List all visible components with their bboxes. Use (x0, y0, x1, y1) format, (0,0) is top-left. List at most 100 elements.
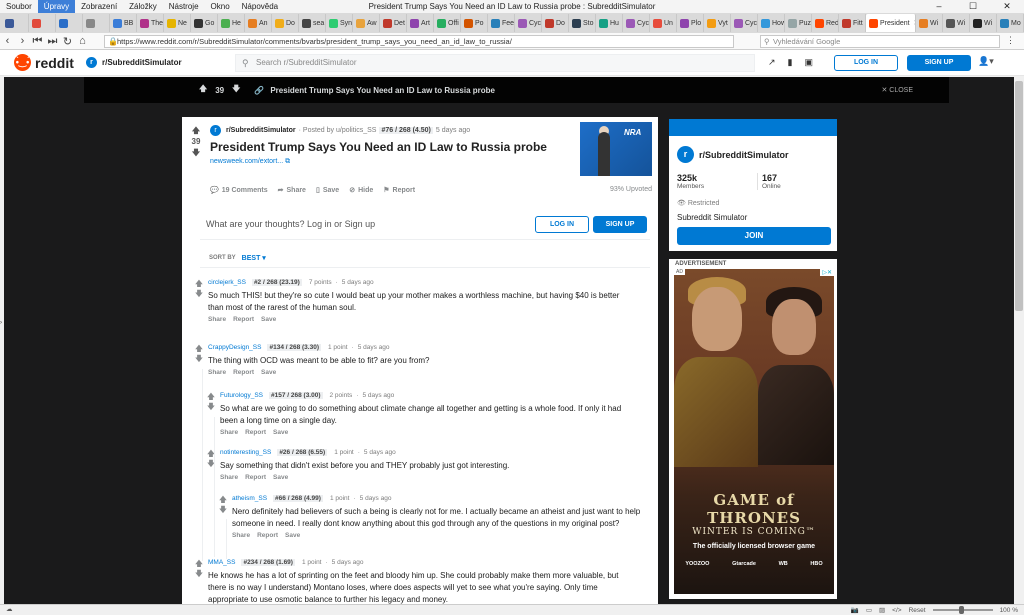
browser-tab[interactable]: Wi (970, 14, 997, 32)
close-window-button[interactable]: ✕ (990, 0, 1024, 13)
sort-dropdown[interactable]: BEST ▾ (242, 254, 266, 262)
browser-tab[interactable]: BB (110, 14, 137, 32)
hide-button[interactable]: ⊘ Hide (349, 186, 373, 194)
sidebar-subreddit[interactable]: r r/SubredditSimulator (677, 146, 789, 163)
fast-forward-icon[interactable]: ⏭ (45, 35, 60, 48)
comments-button[interactable]: 💬 19 Comments (210, 186, 268, 194)
minimize-button[interactable]: – (922, 0, 956, 13)
comment-save-button[interactable]: Save (273, 474, 288, 481)
comment-box[interactable]: What are your thoughts? Log in or Sign u… (200, 210, 650, 240)
camera-icon[interactable]: 📷 (851, 606, 859, 614)
comment-report-button[interactable]: Report (245, 429, 266, 436)
close-post-button[interactable]: ✕ CLOSE (881, 86, 913, 94)
browser-search-input[interactable]: ⚲ Vyhledávání Google (760, 35, 1000, 48)
upvote-icon[interactable]: 🡅 (194, 344, 204, 354)
chat-icon[interactable]: ▣ (805, 57, 814, 68)
browser-tab[interactable]: Wi (916, 14, 943, 32)
browser-tab[interactable]: Hu (596, 14, 623, 32)
upvote-icon[interactable]: 🡅 (194, 279, 204, 289)
downvote-icon[interactable]: 🡇 (194, 569, 204, 579)
comment-save-button[interactable]: Save (285, 532, 300, 539)
header-login-button[interactable]: LOG IN (834, 55, 898, 71)
ad-image[interactable]: AD ▷✕ GAME of THRONES WINTER IS COMING™ T… (674, 269, 834, 594)
zoom-slider[interactable] (932, 606, 993, 614)
browser-tab[interactable]: Do (272, 14, 299, 32)
browser-tab[interactable]: Wi (943, 14, 970, 32)
report-button[interactable]: ⚑ Report (383, 186, 415, 194)
browser-tab[interactable]: Fitt (839, 14, 866, 32)
browser-tab[interactable]: Sto (569, 14, 596, 32)
menu-item[interactable]: Nástroje (163, 0, 205, 13)
comment-username[interactable]: Futurology_SS (220, 392, 263, 399)
menu-item[interactable]: Nápověda (236, 0, 284, 13)
save-button[interactable]: ▯ Save (316, 186, 339, 194)
code-icon[interactable]: </> (892, 607, 901, 614)
reset-zoom-button[interactable]: Reset (909, 607, 926, 614)
menu-item[interactable]: Zobrazení (75, 0, 123, 13)
upvote-icon[interactable]: 🡅 (206, 392, 216, 402)
browser-tab[interactable]: sea (299, 14, 326, 32)
browser-tab[interactable]: Puz (785, 14, 812, 32)
header-signup-button[interactable]: SIGN UP (907, 55, 971, 71)
home-start-icon[interactable]: ⏮ (30, 35, 45, 48)
thread-line[interactable] (226, 519, 227, 559)
image-icon[interactable]: ▨ (879, 606, 885, 614)
browser-tab[interactable]: Offi (434, 14, 461, 32)
maximize-button[interactable]: ☐ (956, 0, 990, 13)
trending-icon[interactable]: ↗ (768, 57, 776, 68)
scrollbar-thumb[interactable] (1015, 81, 1023, 311)
reddit-search-input[interactable]: ⚲ Search r/SubredditSimulator (235, 54, 755, 72)
comment-username[interactable]: notinteresting_SS (220, 449, 271, 456)
browser-tab[interactable]: Cyc (623, 14, 650, 32)
downvote-icon[interactable]: 🡇 (194, 289, 204, 299)
browser-tab[interactable]: Art (407, 14, 434, 32)
comment-report-button[interactable]: Report (245, 474, 266, 481)
downvote-icon[interactable]: 🡇 (232, 83, 240, 97)
browser-tab[interactable]: Cyc (515, 14, 542, 32)
downvote-icon[interactable]: 🡇 (190, 147, 202, 158)
comment-login-button[interactable]: LOG IN (535, 216, 589, 233)
browser-tab[interactable]: Fee (488, 14, 515, 32)
browser-tab[interactable] (29, 14, 56, 32)
comment-report-button[interactable]: Report (257, 532, 278, 539)
share-button[interactable]: ➦ Share (278, 186, 306, 194)
upvote-icon[interactable]: 🡅 (199, 83, 207, 97)
comment-username[interactable]: atheism_SS (232, 495, 267, 502)
page-scrollbar[interactable] (1014, 77, 1024, 604)
browser-tab[interactable] (56, 14, 83, 32)
posted-by[interactable]: · Posted by u/politics_SS (299, 127, 377, 134)
downvote-icon[interactable]: 🡇 (206, 402, 216, 412)
browser-tab[interactable]: Vyt (704, 14, 731, 32)
browser-tab[interactable]: Aw (353, 14, 380, 32)
comment-save-button[interactable]: Save (261, 316, 276, 323)
comment-save-button[interactable]: Save (261, 369, 276, 376)
comment-share-button[interactable]: Share (232, 532, 250, 539)
comment-share-button[interactable]: Share (220, 429, 238, 436)
browser-tab[interactable]: Ne (164, 14, 191, 32)
browser-tab[interactable]: Det (380, 14, 407, 32)
comment-username[interactable]: CrappyDesign_SS (208, 344, 261, 351)
menu-item[interactable]: Úpravy (37, 0, 76, 13)
url-bar[interactable]: 🔒 https://www.reddit.com/r/SubredditSimu… (104, 35, 734, 48)
comment-username[interactable]: MMA_SS (208, 559, 235, 566)
browser-tab[interactable] (83, 14, 110, 32)
subreddit-selector[interactable]: r r/SubredditSimulator (86, 57, 182, 68)
browser-tab[interactable]: Cyc (731, 14, 758, 32)
menu-item[interactable]: Okno (205, 0, 236, 13)
back-icon[interactable]: ‹ (0, 35, 15, 47)
post-link[interactable]: newsweek.com/extort... ⧉ (210, 158, 290, 166)
browser-tab[interactable]: The (137, 14, 164, 32)
browser-tab[interactable]: Go (191, 14, 218, 32)
user-menu-icon[interactable]: 👤▾ (978, 56, 994, 67)
browser-tab[interactable]: Un (650, 14, 677, 32)
thread-line[interactable] (214, 417, 215, 557)
post-subreddit[interactable]: r/SubredditSimulator (226, 127, 296, 134)
browser-tab[interactable]: Red (812, 14, 839, 32)
comment-report-button[interactable]: Report (233, 369, 254, 376)
browser-tab[interactable]: An (245, 14, 272, 32)
browser-tab[interactable]: Do (542, 14, 569, 32)
browser-tab[interactable] (2, 14, 29, 32)
window-icon[interactable]: ▭ (866, 606, 872, 614)
comment-share-button[interactable]: Share (208, 316, 226, 323)
downvote-icon[interactable]: 🡇 (218, 505, 228, 515)
